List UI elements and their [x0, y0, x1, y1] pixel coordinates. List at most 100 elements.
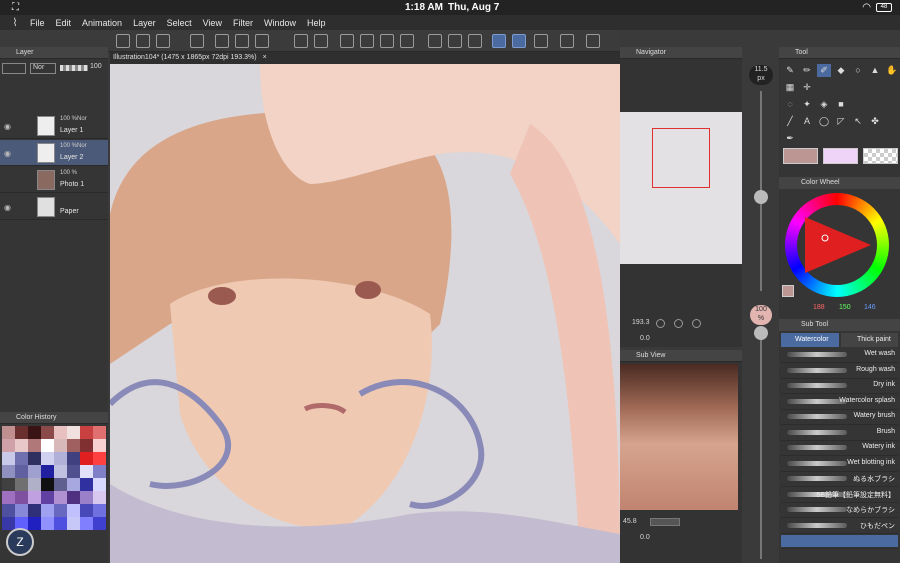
- history-swatch[interactable]: [15, 439, 28, 452]
- text-tool-icon[interactable]: A: [800, 115, 814, 128]
- brush-tool-icon[interactable]: ✐: [817, 64, 831, 77]
- layer-row-paper[interactable]: ◉ Paper: [0, 194, 108, 220]
- auto-select-tool-icon[interactable]: ✦: [800, 98, 814, 111]
- history-swatch[interactable]: [67, 465, 80, 478]
- history-swatch[interactable]: [2, 439, 15, 452]
- history-swatch[interactable]: [28, 504, 41, 517]
- brush-item[interactable]: Watery brush: [781, 409, 898, 425]
- gradient-tool-icon[interactable]: ◈: [817, 98, 831, 111]
- menu-help[interactable]: Help: [307, 18, 326, 28]
- history-swatch[interactable]: [15, 491, 28, 504]
- menu-layer[interactable]: Layer: [133, 18, 156, 28]
- history-swatch[interactable]: [80, 465, 93, 478]
- history-swatch[interactable]: [93, 465, 106, 478]
- history-swatch[interactable]: [80, 452, 93, 465]
- history-swatch[interactable]: [28, 491, 41, 504]
- app-logo-icon[interactable]: ⌇: [0, 16, 30, 29]
- close-tab-icon[interactable]: ×: [263, 54, 267, 61]
- transparent-color-swatch[interactable]: [863, 148, 898, 164]
- deselect-icon[interactable]: [428, 34, 442, 48]
- history-swatch[interactable]: [93, 452, 106, 465]
- sub-view-zoom-slider[interactable]: [650, 518, 680, 526]
- history-swatch[interactable]: [28, 439, 41, 452]
- history-swatch[interactable]: [54, 491, 67, 504]
- menu-file[interactable]: File: [30, 18, 45, 28]
- brush-item[interactable]: なめらかブラシ: [781, 502, 898, 518]
- history-swatch[interactable]: [54, 426, 67, 439]
- save-icon[interactable]: [255, 34, 269, 48]
- brush-item[interactable]: Dry ink: [781, 378, 898, 394]
- sub-tool-tab-watercolor[interactable]: Watercolor: [781, 333, 839, 347]
- brush-item[interactable]: Brush: [781, 425, 898, 441]
- history-swatch[interactable]: [41, 491, 54, 504]
- opacity-slider-handle[interactable]: [754, 326, 768, 340]
- history-swatch[interactable]: [93, 439, 106, 452]
- snap-grid-icon[interactable]: [534, 34, 548, 48]
- sub-tool-tab-thick-paint[interactable]: Thick paint: [841, 333, 898, 347]
- history-swatch[interactable]: [15, 452, 28, 465]
- history-swatch[interactable]: [67, 439, 80, 452]
- decoration-tool-icon[interactable]: ✤: [868, 115, 882, 128]
- eraser-tool-icon[interactable]: ◆: [834, 64, 848, 77]
- correct-line-tool-icon[interactable]: ↖: [851, 115, 865, 128]
- brush-item[interactable]: ぬる水ブラシ: [781, 471, 898, 487]
- blend-mode-select[interactable]: Nor: [30, 63, 56, 74]
- history-swatch[interactable]: [41, 517, 54, 530]
- history-swatch[interactable]: [41, 465, 54, 478]
- companion-mode-icon[interactable]: Z: [6, 528, 34, 556]
- pencil-tool-icon[interactable]: ✏: [800, 64, 814, 77]
- history-swatch[interactable]: [15, 504, 28, 517]
- visibility-eye-icon[interactable]: ◉: [4, 122, 11, 131]
- history-swatch[interactable]: [41, 439, 54, 452]
- history-swatch[interactable]: [54, 517, 67, 530]
- history-swatch[interactable]: [67, 504, 80, 517]
- layer-row-layer-2[interactable]: ◉ 100 %Nor Layer 2: [0, 140, 108, 166]
- history-swatch[interactable]: [93, 504, 106, 517]
- history-swatch[interactable]: [67, 478, 80, 491]
- history-swatch[interactable]: [28, 426, 41, 439]
- show-selection-icon[interactable]: [468, 34, 482, 48]
- color-wheel-triangle[interactable]: [803, 215, 873, 275]
- snap-special-ruler-icon[interactable]: [512, 34, 526, 48]
- zoom-out-icon[interactable]: [656, 319, 665, 328]
- clear-icon[interactable]: [360, 34, 374, 48]
- layer-move-tool-icon[interactable]: ■: [834, 98, 848, 111]
- history-swatch[interactable]: [93, 478, 106, 491]
- transform-icon[interactable]: [400, 34, 414, 48]
- brush-item[interactable]: 5B鉛筆【鉛筆設定無料】: [781, 487, 898, 503]
- history-swatch[interactable]: [28, 517, 41, 530]
- new-file-icon[interactable]: [215, 34, 229, 48]
- brush-size-slider-handle[interactable]: [754, 190, 768, 204]
- fit-canvas-icon[interactable]: [136, 34, 150, 48]
- history-swatch[interactable]: [2, 517, 15, 530]
- brush-item[interactable]: Rough wash: [781, 363, 898, 379]
- undo-icon[interactable]: [294, 34, 308, 48]
- menu-edit[interactable]: Edit: [56, 18, 72, 28]
- eyedropper-tool-icon[interactable]: ✒: [783, 132, 797, 145]
- fullscreen-icon[interactable]: ⛶: [12, 2, 19, 13]
- history-swatch[interactable]: [28, 465, 41, 478]
- history-swatch[interactable]: [93, 517, 106, 530]
- blend-tool-icon[interactable]: ○: [851, 64, 865, 77]
- record-icon[interactable]: [190, 34, 204, 48]
- history-swatch[interactable]: [2, 426, 15, 439]
- history-swatch[interactable]: [80, 491, 93, 504]
- pen-tool-icon[interactable]: ✎: [783, 64, 797, 77]
- balloon-tool-icon[interactable]: ◯: [817, 115, 831, 128]
- loading-icon[interactable]: [340, 34, 354, 48]
- fill-icon[interactable]: [380, 34, 394, 48]
- layer-row-layer-1[interactable]: ◉ 100 %Nor Layer 1: [0, 113, 108, 139]
- visibility-eye-icon[interactable]: ◉: [4, 149, 11, 158]
- layer-color-icon[interactable]: [2, 63, 26, 74]
- history-swatch[interactable]: [54, 465, 67, 478]
- new-canvas-icon[interactable]: [156, 34, 170, 48]
- opacity-slider-track[interactable]: [760, 329, 762, 559]
- drawing-canvas[interactable]: [110, 64, 620, 563]
- brush-item[interactable]: Watery ink: [781, 440, 898, 456]
- invert-selection-icon[interactable]: [448, 34, 462, 48]
- navigator-preview[interactable]: [620, 112, 742, 264]
- history-swatch[interactable]: [41, 426, 54, 439]
- history-swatch[interactable]: [54, 478, 67, 491]
- current-color-chip[interactable]: [782, 285, 794, 297]
- redo-icon[interactable]: [314, 34, 328, 48]
